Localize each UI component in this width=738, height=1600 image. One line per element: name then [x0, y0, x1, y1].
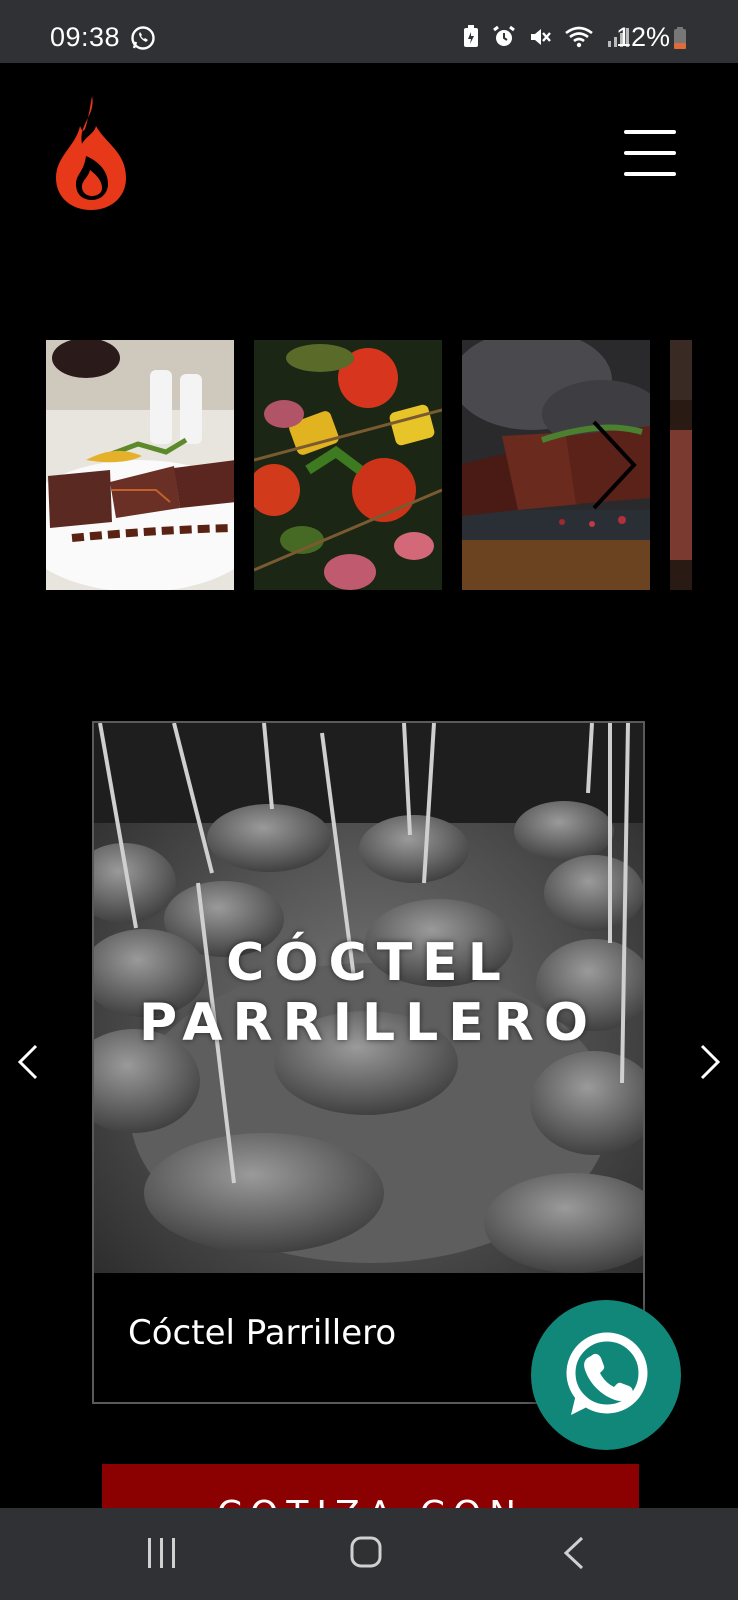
alarm-icon	[493, 25, 515, 46]
whatsapp-chat-button[interactable]	[531, 1300, 681, 1450]
gallery-thumb-steak-partial[interactable]	[670, 340, 692, 590]
chevron-left-icon[interactable]	[14, 1042, 42, 1082]
status-bar: 09:38 12%	[0, 0, 738, 63]
flame-logo[interactable]	[56, 96, 126, 210]
chevron-right-icon[interactable]	[696, 1042, 724, 1082]
slide-overlay-title: CÓCTEL PARRILLERO	[94, 933, 643, 1053]
gallery-thumb-steak-plate[interactable]	[46, 340, 234, 590]
system-nav-bar	[0, 1508, 738, 1600]
slide-overlay-title-line2: PARRILLERO	[138, 993, 599, 1053]
battery-saver-icon	[464, 25, 478, 47]
slide-overlay-title-line1: CÓCTEL	[226, 933, 511, 993]
hamburger-menu-icon[interactable]	[624, 128, 676, 178]
status-time: 09:38	[50, 22, 121, 52]
coctel-parrillero-photo: CÓCTEL PARRILLERO	[94, 723, 643, 1273]
whatsapp-icon	[131, 26, 155, 50]
battery-icon	[674, 27, 686, 49]
recents-icon[interactable]	[146, 1538, 178, 1568]
home-icon[interactable]	[350, 1536, 382, 1568]
whatsapp-icon	[566, 1332, 648, 1415]
status-icons	[462, 25, 632, 49]
battery-percentage: 12%	[616, 22, 671, 52]
slide-caption: Cóctel Parrillero	[128, 1313, 397, 1353]
gallery-thumb-vegetables[interactable]	[254, 340, 442, 590]
mute-icon	[531, 29, 551, 45]
back-icon[interactable]	[562, 1536, 586, 1570]
wifi-icon	[565, 26, 593, 48]
chevron-right-icon[interactable]	[590, 420, 640, 510]
